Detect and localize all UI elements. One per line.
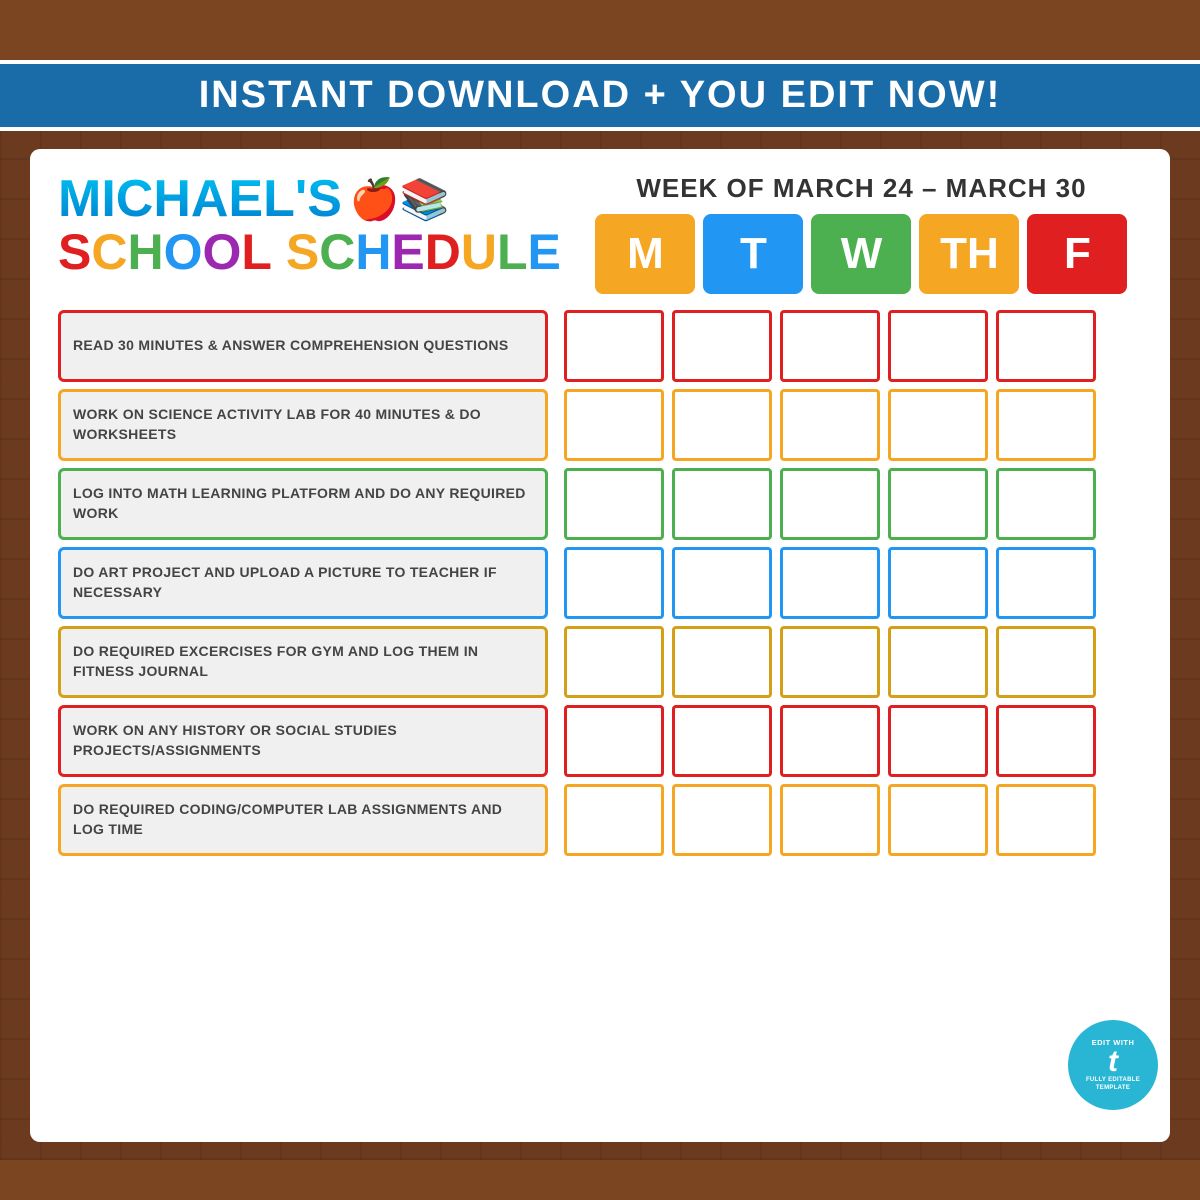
badge-bottom-text: FULLY EDITABLE TEMPLATE [1074,1077,1152,1093]
promo-banner: INSTANT DOWNLOAD + YOU EDIT NOW! [0,60,1200,131]
table-row: DO REQUIRED CODING/COMPUTER LAB ASSIGNME… [58,784,1142,856]
checkbox-tuesday[interactable] [672,626,772,698]
checkbox-tuesday[interactable] [672,310,772,382]
table-row: WORK ON SCIENCE ACTIVITY LAB FOR 40 MINU… [58,389,1142,461]
title-area: MICHAEL'S 🍎📚 SCHOOL SCHEDULE [58,173,561,280]
day-monday: M [595,214,695,294]
checkbox-wednesday[interactable] [780,784,880,856]
wood-top-decoration [0,0,1200,60]
checkbox-friday[interactable] [996,626,1096,698]
checkbox-group [564,310,1096,382]
task-cell: WORK ON SCIENCE ACTIVITY LAB FOR 40 MINU… [58,389,548,461]
checkbox-group [564,705,1096,777]
checkbox-friday[interactable] [996,389,1096,461]
day-friday: F [1027,214,1127,294]
task-cell: DO REQUIRED EXCERCISES FOR GYM AND LOG T… [58,626,548,698]
task-cell: READ 30 MINUTES & ANSWER COMPREHENSION Q… [58,310,548,382]
day-thursday: TH [919,214,1019,294]
checkbox-tuesday[interactable] [672,468,772,540]
checkbox-monday[interactable] [564,626,664,698]
checkbox-tuesday[interactable] [672,784,772,856]
checkbox-thursday[interactable] [888,389,988,461]
checkbox-group [564,547,1096,619]
task-text: WORK ON ANY HISTORY OR SOCIAL STUDIES PR… [73,721,533,760]
checkbox-tuesday[interactable] [672,547,772,619]
task-text: DO REQUIRED CODING/COMPUTER LAB ASSIGNME… [73,800,533,839]
task-cell: WORK ON ANY HISTORY OR SOCIAL STUDIES PR… [58,705,548,777]
templett-letter: t [1108,1047,1118,1077]
day-headers: M T W TH F [595,214,1127,294]
checkbox-friday[interactable] [996,547,1096,619]
checkbox-wednesday[interactable] [780,468,880,540]
checkbox-monday[interactable] [564,784,664,856]
student-name: MICHAEL'S [58,173,342,225]
checkbox-tuesday[interactable] [672,389,772,461]
schedule-title: SCHOOL SCHEDULE [58,225,561,280]
checkbox-tuesday[interactable] [672,705,772,777]
checkbox-thursday[interactable] [888,468,988,540]
checkbox-thursday[interactable] [888,784,988,856]
task-text: DO ART PROJECT AND UPLOAD A PICTURE TO T… [73,563,533,602]
task-text: READ 30 MINUTES & ANSWER COMPREHENSION Q… [73,336,508,356]
banner-text: INSTANT DOWNLOAD + YOU EDIT NOW! [199,74,1002,116]
checkbox-monday[interactable] [564,310,664,382]
day-tuesday: T [703,214,803,294]
checkbox-thursday[interactable] [888,547,988,619]
checkbox-friday[interactable] [996,310,1096,382]
checkbox-thursday[interactable] [888,705,988,777]
table-row: LOG INTO MATH LEARNING PLATFORM AND DO A… [58,468,1142,540]
checkbox-wednesday[interactable] [780,547,880,619]
main-card: MICHAEL'S 🍎📚 SCHOOL SCHEDULE WEEK OF MAR… [30,149,1170,1142]
name-line: MICHAEL'S 🍎📚 [58,173,561,225]
table-row: WORK ON ANY HISTORY OR SOCIAL STUDIES PR… [58,705,1142,777]
task-cell: DO REQUIRED CODING/COMPUTER LAB ASSIGNME… [58,784,548,856]
checkbox-wednesday[interactable] [780,626,880,698]
checkbox-thursday[interactable] [888,310,988,382]
checkbox-wednesday[interactable] [780,310,880,382]
checkbox-monday[interactable] [564,547,664,619]
checkbox-friday[interactable] [996,468,1096,540]
week-title: WEEK OF MARCH 24 – MARCH 30 [636,173,1086,204]
table-row: READ 30 MINUTES & ANSWER COMPREHENSION Q… [58,310,1142,382]
checkbox-monday[interactable] [564,468,664,540]
checkbox-monday[interactable] [564,389,664,461]
checkbox-group [564,784,1096,856]
checkbox-monday[interactable] [564,705,664,777]
checkbox-wednesday[interactable] [780,389,880,461]
wood-bottom-decoration [0,1160,1200,1200]
table-row: DO ART PROJECT AND UPLOAD A PICTURE TO T… [58,547,1142,619]
checkbox-friday[interactable] [996,705,1096,777]
checkbox-thursday[interactable] [888,626,988,698]
checkbox-wednesday[interactable] [780,705,880,777]
checkbox-group [564,468,1096,540]
schedule-grid: READ 30 MINUTES & ANSWER COMPREHENSION Q… [58,310,1142,1122]
checkbox-group [564,626,1096,698]
top-section: MICHAEL'S 🍎📚 SCHOOL SCHEDULE WEEK OF MAR… [58,173,1142,294]
task-cell: DO ART PROJECT AND UPLOAD A PICTURE TO T… [58,547,548,619]
apple-books-icon: 🍎📚 [350,176,450,223]
checkbox-group [564,389,1096,461]
task-text: LOG INTO MATH LEARNING PLATFORM AND DO A… [73,484,533,523]
task-cell: LOG INTO MATH LEARNING PLATFORM AND DO A… [58,468,548,540]
task-text: DO REQUIRED EXCERCISES FOR GYM AND LOG T… [73,642,533,681]
day-wednesday: W [811,214,911,294]
task-text: WORK ON SCIENCE ACTIVITY LAB FOR 40 MINU… [73,405,533,444]
week-area: WEEK OF MARCH 24 – MARCH 30 M T W TH F [561,173,1142,294]
checkbox-friday[interactable] [996,784,1096,856]
templett-badge: EDIT WITH t FULLY EDITABLE TEMPLATE [1068,1020,1158,1110]
table-row: DO REQUIRED EXCERCISES FOR GYM AND LOG T… [58,626,1142,698]
